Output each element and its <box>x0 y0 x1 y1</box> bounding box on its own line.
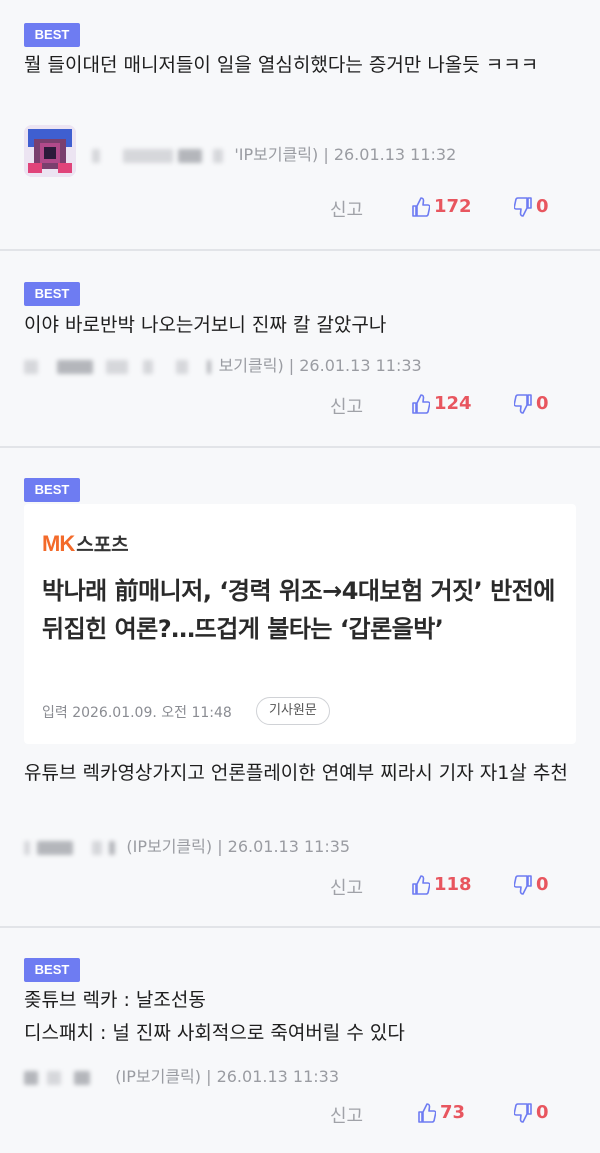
thumb-down-icon <box>514 393 532 414</box>
nickname-blur <box>24 359 38 374</box>
dislike-button[interactable]: 0 <box>514 874 549 895</box>
comment-meta-text: (IP보기클릭) | 26.01.13 11:35 <box>126 837 351 856</box>
like-count: 118 <box>434 874 472 895</box>
best-badge: BEST <box>24 282 80 306</box>
comment-item: BEST 좆튜브 렉카 : 날조선동 디스패치 : 널 진짜 사회적으로 죽여버… <box>0 928 600 1153</box>
comment-meta: 보기클릭) | 26.01.13 11:33 <box>24 352 422 376</box>
thumb-down-icon <box>514 1102 532 1123</box>
like-button[interactable]: 124 <box>412 393 472 414</box>
dislike-button[interactable]: 0 <box>514 196 549 217</box>
report-button[interactable]: 신고 <box>330 1102 363 1128</box>
report-button[interactable]: 신고 <box>330 874 363 900</box>
thumb-down-icon <box>514 874 532 895</box>
comment-meta: (IP보기클릭) | 26.01.13 11:35 <box>24 833 350 857</box>
nickname-blur <box>24 1070 38 1085</box>
dislike-count: 0 <box>536 874 549 895</box>
report-button[interactable]: 신고 <box>330 196 363 222</box>
sports-logo-text: 스포츠 <box>76 534 129 556</box>
comment-meta: (IP보기클릭) | 26.01.13 11:33 <box>24 1063 339 1087</box>
nickname-blur <box>37 840 74 855</box>
thumb-up-icon <box>412 874 430 895</box>
thumb-up-icon <box>418 1102 436 1123</box>
like-count: 124 <box>434 393 472 414</box>
like-count: 172 <box>434 196 472 217</box>
dislike-count: 0 <box>536 1102 549 1123</box>
nickname-blur <box>57 359 94 374</box>
article-card[interactable]: MK 스포츠 박나래 前매니저, ‘경력 위조→4대보험 거짓’ 반전에 뒤집힌… <box>24 504 576 744</box>
comment-item: BEST 이야 바로반박 나오는거보니 진짜 칼 갈았구나 보기클릭) | 26… <box>0 251 600 446</box>
comment-text-line: 좆튜브 렉카 : 날조선동 <box>24 989 206 1011</box>
article-date: 입력 2026.01.09. 오전 11:48 <box>42 705 232 721</box>
like-count: 73 <box>440 1102 466 1123</box>
comment-item: BEST MK 스포츠 박나래 前매니저, ‘경력 위조→4대보험 거짓’ 반전… <box>0 448 600 926</box>
nickname-blur <box>109 840 116 855</box>
comment-meta-text: (IP보기클릭) | 26.01.13 11:33 <box>115 1067 340 1086</box>
dislike-button[interactable]: 0 <box>514 1102 549 1123</box>
comment-text: 이야 바로반박 나오는거보니 진짜 칼 갈았구나 <box>24 314 387 336</box>
nickname-blur <box>92 148 100 163</box>
thumb-down-icon <box>514 196 532 217</box>
mk-sports-logo: MK 스포츠 <box>42 530 129 557</box>
best-badge: BEST <box>24 958 80 982</box>
nickname-blur <box>92 840 103 855</box>
comment-meta-text: 'IP보기클릭) | 26.01.13 11:32 <box>234 145 457 164</box>
best-badge: BEST <box>24 23 80 47</box>
nickname-blur <box>143 359 154 374</box>
nickname-blur <box>24 840 30 855</box>
thumb-up-icon <box>412 196 430 217</box>
best-badge: BEST <box>24 478 80 502</box>
comment-item: BEST 뭘 들이대던 매니저들이 일을 열심히했다는 증거만 나올듯 ㅋㅋㅋ … <box>0 0 600 250</box>
dislike-button[interactable]: 0 <box>514 393 549 414</box>
mk-logo-text: MK <box>42 530 75 556</box>
nickname-blur <box>74 1070 91 1085</box>
original-article-button[interactable]: 기사원문 <box>256 697 330 725</box>
nickname-blur <box>47 1070 62 1085</box>
nickname-blur <box>176 359 189 374</box>
comment-text-line: 디스패치 : 널 진짜 사회적으로 죽여버릴 수 있다 <box>24 1022 405 1044</box>
comment-meta-text: 보기클릭) | 26.01.13 11:33 <box>218 356 422 375</box>
nickname-blur <box>213 148 224 163</box>
article-title[interactable]: 박나래 前매니저, ‘경력 위조→4대보험 거짓’ 반전에 뒤집힌 여론?…뜨겁… <box>42 572 558 648</box>
like-button[interactable]: 73 <box>418 1102 465 1123</box>
nickname-blur <box>207 359 212 374</box>
nickname-blur <box>178 148 203 163</box>
like-button[interactable]: 172 <box>412 196 472 217</box>
thumb-up-icon <box>412 393 430 414</box>
like-button[interactable]: 118 <box>412 874 472 895</box>
avatar[interactable] <box>24 125 76 177</box>
comment-text: 뭘 들이대던 매니저들이 일을 열심히했다는 증거만 나올듯 ㅋㅋㅋ <box>24 54 539 76</box>
nickname-blur <box>123 148 174 163</box>
dislike-count: 0 <box>536 393 549 414</box>
report-button[interactable]: 신고 <box>330 393 363 419</box>
dislike-count: 0 <box>536 196 549 217</box>
comment-text: 유튜브 렉카영상가지고 언론플레이한 연예부 찌라시 기자 자1살 추천 <box>24 762 568 784</box>
nickname-blur <box>106 359 129 374</box>
comment-meta: 'IP보기클릭) | 26.01.13 11:32 <box>92 141 456 165</box>
